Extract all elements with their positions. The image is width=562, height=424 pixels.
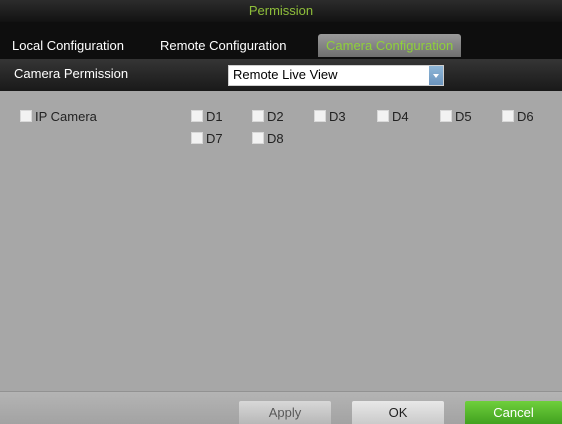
channel-label: D3 bbox=[329, 109, 346, 124]
dialog-title: Permission bbox=[0, 0, 562, 22]
tab-local-configuration[interactable]: Local Configuration bbox=[8, 34, 128, 57]
channel-label: D4 bbox=[392, 109, 409, 124]
tab-camera-configuration[interactable]: Camera Configuration bbox=[318, 34, 462, 57]
ok-button[interactable]: OK bbox=[352, 401, 444, 424]
checkbox-icon[interactable] bbox=[20, 110, 32, 122]
apply-button[interactable]: Apply bbox=[239, 401, 331, 424]
tab-remote-configuration[interactable]: Remote Configuration bbox=[156, 34, 290, 57]
checkbox-icon[interactable] bbox=[252, 132, 264, 144]
checkbox-icon[interactable] bbox=[191, 132, 203, 144]
cancel-button[interactable]: Cancel bbox=[465, 401, 562, 424]
checkbox-icon[interactable] bbox=[440, 110, 452, 122]
camera-permission-row: Camera Permission Remote Live View bbox=[0, 59, 562, 91]
camera-permission-selected-value: Remote Live View bbox=[233, 67, 338, 82]
checkbox-icon[interactable] bbox=[377, 110, 389, 122]
checkbox-icon[interactable] bbox=[314, 110, 326, 122]
tab-bar: Local Configuration Remote Configuration… bbox=[0, 22, 562, 59]
channel-label: D6 bbox=[517, 109, 534, 124]
channel-checkbox-d5[interactable]: D5 bbox=[440, 109, 472, 125]
channel-label: D5 bbox=[455, 109, 472, 124]
channel-checkbox-d3[interactable]: D3 bbox=[314, 109, 346, 125]
permission-dialog: Permission Local Configuration Remote Co… bbox=[0, 0, 562, 424]
checkbox-icon[interactable] bbox=[191, 110, 203, 122]
checkbox-icon[interactable] bbox=[502, 110, 514, 122]
camera-permission-select[interactable]: Remote Live View bbox=[228, 65, 444, 86]
channel-checkbox-d4[interactable]: D4 bbox=[377, 109, 409, 125]
channel-label: D8 bbox=[267, 131, 284, 146]
channel-checkbox-d6[interactable]: D6 bbox=[502, 109, 534, 125]
dropdown-arrow-icon[interactable] bbox=[429, 66, 443, 85]
camera-permission-label: Camera Permission bbox=[14, 66, 129, 81]
channel-checkbox-d8[interactable]: D8 bbox=[252, 131, 284, 147]
action-bar: Apply OK Cancel bbox=[0, 391, 562, 424]
channel-label: D1 bbox=[206, 109, 223, 124]
channel-checkbox-d2[interactable]: D2 bbox=[252, 109, 284, 125]
channel-label: D2 bbox=[267, 109, 284, 124]
channel-label: D7 bbox=[206, 131, 223, 146]
channel-checkbox-d7[interactable]: D7 bbox=[191, 131, 223, 147]
ip-camera-label: IP Camera bbox=[35, 109, 97, 124]
channel-checkbox-d1[interactable]: D1 bbox=[191, 109, 223, 125]
ip-camera-checkbox[interactable]: IP Camera bbox=[20, 109, 97, 125]
camera-checkbox-panel: IP Camera D1 D2 D3 D4 D5 D6 D7 D8 bbox=[0, 91, 562, 391]
checkbox-icon[interactable] bbox=[252, 110, 264, 122]
